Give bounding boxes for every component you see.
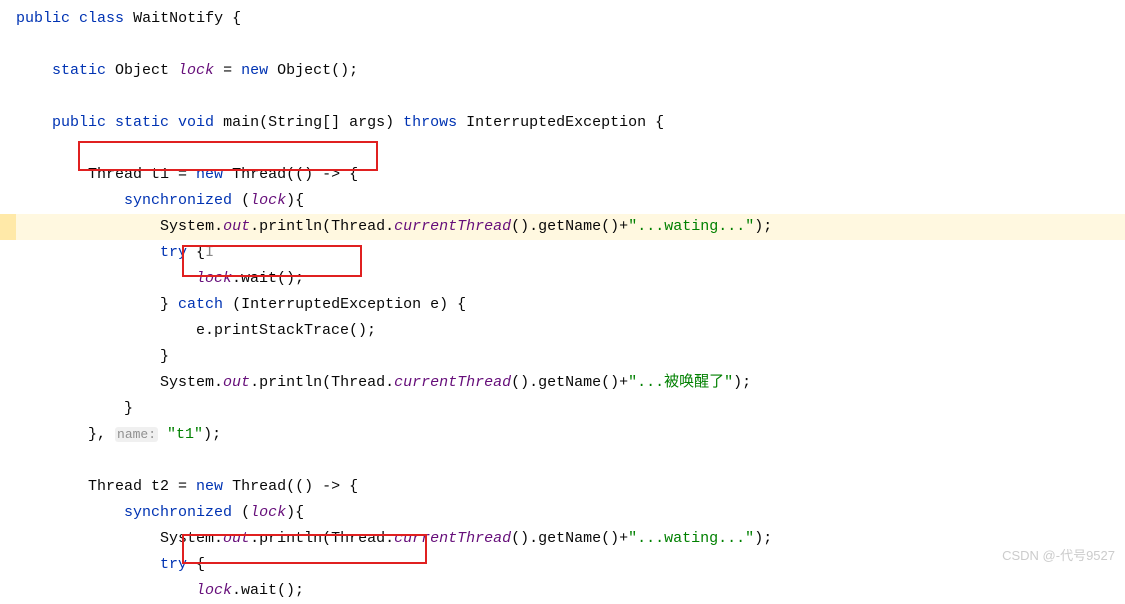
keyword-throws: throws bbox=[394, 114, 457, 131]
method-currentThread: currentThread bbox=[394, 218, 511, 235]
string-literal: "...wating..." bbox=[628, 218, 754, 235]
code-line: public class WaitNotify { bbox=[16, 6, 1125, 32]
code-line: try { bbox=[16, 552, 1125, 578]
field-lock: lock bbox=[196, 582, 232, 599]
string-literal: "...wating..." bbox=[628, 530, 754, 547]
keyword-static: static bbox=[106, 114, 169, 131]
code-line: static Object lock = new Object(); bbox=[16, 58, 1125, 84]
keyword-try: try bbox=[160, 556, 187, 573]
code-line: System.out.println(Thread.currentThread(… bbox=[16, 370, 1125, 396]
code-line bbox=[16, 448, 1125, 474]
code-line bbox=[16, 84, 1125, 110]
keyword-class: class bbox=[79, 10, 124, 27]
field-out: out bbox=[223, 218, 250, 235]
keyword-public: public bbox=[16, 10, 70, 27]
param-hint: name: bbox=[115, 427, 158, 442]
code-line: }, name: "t1"); bbox=[16, 422, 1125, 448]
gutter-highlight bbox=[0, 214, 16, 240]
watermark: CSDN @-代号9527 bbox=[1002, 545, 1115, 564]
code-line: Thread t1 = new Thread(() -> { bbox=[16, 162, 1125, 188]
keyword-new: new bbox=[241, 62, 268, 79]
code-line bbox=[16, 136, 1125, 162]
code-line: } bbox=[16, 396, 1125, 422]
code-editor: public class WaitNotify { static Object … bbox=[16, 6, 1125, 604]
field-lock: lock bbox=[196, 270, 232, 287]
type-object: Object bbox=[106, 62, 169, 79]
field-out: out bbox=[223, 530, 250, 547]
keyword-synchronized: synchronized bbox=[124, 504, 232, 521]
keyword-try: try bbox=[160, 244, 187, 261]
class-name: WaitNotify bbox=[133, 10, 223, 27]
code-line: lock.wait(); bbox=[16, 578, 1125, 604]
code-line bbox=[16, 32, 1125, 58]
code-line: e.printStackTrace(); bbox=[16, 318, 1125, 344]
field-lock: lock bbox=[250, 504, 286, 521]
string-literal: "t1" bbox=[158, 426, 203, 443]
brace: { bbox=[223, 10, 241, 27]
code-line: Thread t2 = new Thread(() -> { bbox=[16, 474, 1125, 500]
code-line: synchronized (lock){ bbox=[16, 500, 1125, 526]
keyword-static: static bbox=[52, 62, 106, 79]
field-out: out bbox=[223, 374, 250, 391]
code-line: System.out.println(Thread.currentThread(… bbox=[16, 526, 1125, 552]
keyword-new: new bbox=[196, 166, 223, 183]
text-cursor: I bbox=[205, 244, 214, 261]
code-line: public static void main(String[] args) t… bbox=[16, 110, 1125, 136]
string-literal: "...被唤醒了" bbox=[628, 374, 733, 391]
keyword-catch: catch bbox=[178, 296, 223, 313]
keyword-public: public bbox=[52, 114, 106, 131]
keyword-synchronized: synchronized bbox=[124, 192, 232, 209]
method-currentThread: currentThread bbox=[394, 530, 511, 547]
keyword-void: void bbox=[169, 114, 214, 131]
code-line: lock.wait(); bbox=[16, 266, 1125, 292]
field-lock: lock bbox=[169, 62, 214, 79]
code-line-highlighted: System.out.println(Thread.currentThread(… bbox=[16, 214, 1125, 240]
code-line: try {I bbox=[16, 240, 1125, 266]
field-lock: lock bbox=[250, 192, 286, 209]
code-line: } bbox=[16, 344, 1125, 370]
method-currentThread: currentThread bbox=[394, 374, 511, 391]
keyword-new: new bbox=[196, 478, 223, 495]
code-line: } catch (InterruptedException e) { bbox=[16, 292, 1125, 318]
code-line: synchronized (lock){ bbox=[16, 188, 1125, 214]
method-main: main bbox=[214, 114, 259, 131]
